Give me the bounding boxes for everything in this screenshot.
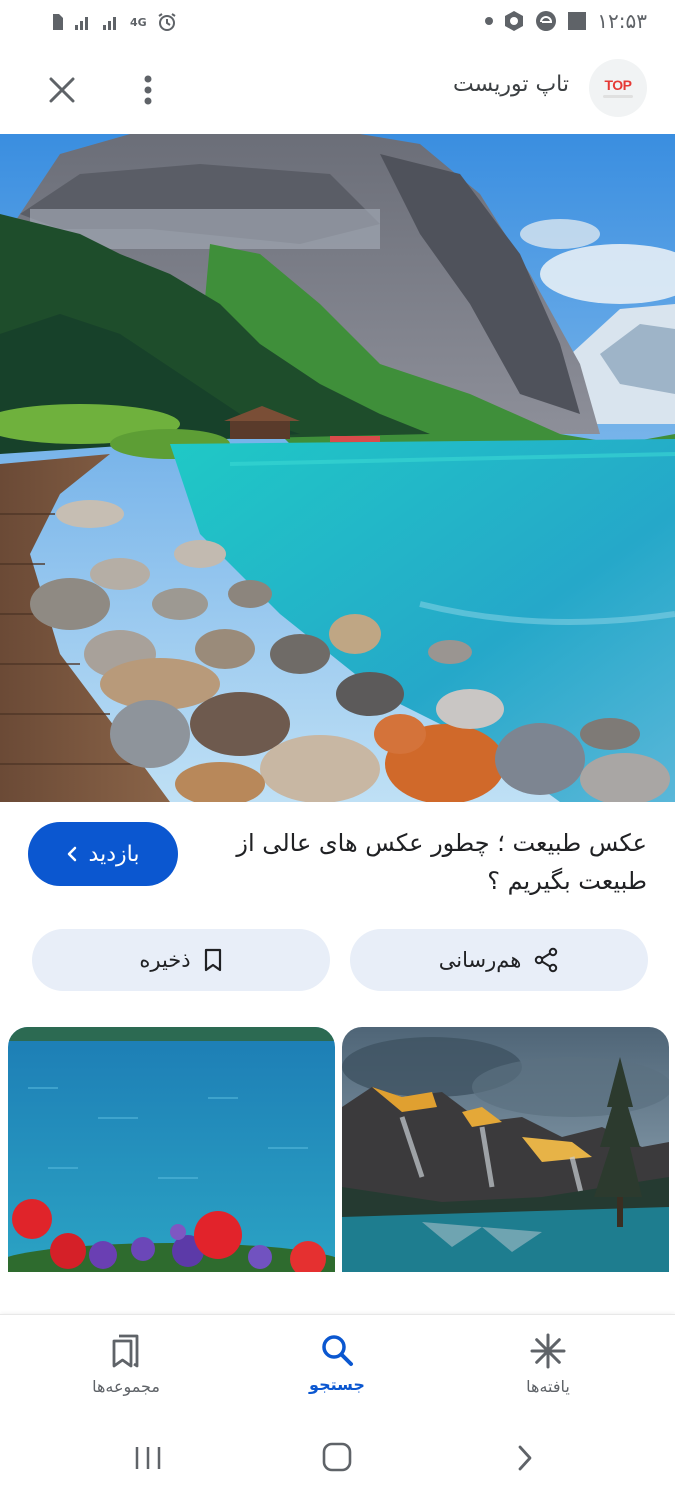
- status-bar: 4G ۱۲:۵۳: [0, 0, 675, 44]
- search-icon: [322, 1335, 353, 1366]
- share-label: هم‌رسانی: [438, 948, 522, 972]
- nav-discoveries[interactable]: یافته‌ها: [468, 1333, 628, 1396]
- result-title[interactable]: عکس طبیعت ؛ چطور عکس های عالی از طبیعت ب…: [207, 824, 647, 900]
- related-image-mountain-lake[interactable]: [342, 1027, 669, 1272]
- home-icon[interactable]: [322, 1442, 352, 1472]
- close-button[interactable]: [40, 68, 84, 112]
- shield-icon: [505, 11, 524, 31]
- more-vert-icon: [144, 75, 152, 105]
- sea-flowers-thumbnail: [8, 1027, 335, 1272]
- logo-text: TOP: [604, 77, 632, 93]
- more-options-button[interactable]: [126, 68, 170, 112]
- signal-icon-2: [103, 17, 116, 30]
- mountain-lake-thumbnail: [342, 1027, 669, 1272]
- nav-collections[interactable]: مجموعه‌ها: [46, 1333, 206, 1396]
- nav-search[interactable]: جستجو: [257, 1333, 417, 1394]
- source-site-name[interactable]: تاپ توریست: [453, 72, 569, 97]
- network-type: 4G: [130, 15, 147, 29]
- related-image-sea-flowers[interactable]: [8, 1027, 335, 1272]
- status-right-icons: ۱۲:۵۳: [485, 8, 647, 34]
- alarm-icon: [158, 13, 176, 31]
- recent-apps-icon[interactable]: [133, 1444, 163, 1472]
- chevron-left-icon: [67, 846, 76, 862]
- clock: ۱۲:۵۳: [597, 9, 647, 33]
- viewer-header: تاپ توریست TOP: [0, 44, 675, 134]
- logo-underline: [603, 95, 633, 98]
- lake-mountain-image: [0, 134, 675, 802]
- save-button[interactable]: ذخیره: [32, 929, 330, 991]
- signal-icon: [75, 17, 88, 30]
- system-navigation-bar: [0, 1422, 675, 1500]
- bottom-navigation: یافته‌ها جستجو مجموعه‌ها: [0, 1314, 675, 1423]
- sim-icon: [53, 14, 63, 30]
- back-icon[interactable]: [515, 1444, 535, 1472]
- source-site-logo[interactable]: TOP: [589, 59, 647, 117]
- collections-icon: [112, 1334, 139, 1368]
- asterisk-icon: [530, 1333, 566, 1369]
- nav-discoveries-label: یافته‌ها: [526, 1377, 570, 1396]
- save-label: ذخیره: [139, 948, 191, 972]
- status-left-icons: 4G: [50, 10, 177, 34]
- share-icon: [535, 947, 558, 973]
- battery-icon: [568, 12, 587, 30]
- visit-button[interactable]: بازدید: [28, 822, 178, 886]
- visit-label: بازدید: [88, 841, 140, 867]
- close-icon: [49, 77, 75, 103]
- edge-icon: [536, 11, 557, 31]
- bookmark-icon: [204, 948, 221, 972]
- dot-icon: [485, 17, 494, 25]
- main-image[interactable]: [0, 134, 675, 802]
- share-button[interactable]: هم‌رسانی: [350, 929, 648, 991]
- nav-collections-label: مجموعه‌ها: [92, 1377, 160, 1396]
- nav-search-label: جستجو: [309, 1375, 365, 1394]
